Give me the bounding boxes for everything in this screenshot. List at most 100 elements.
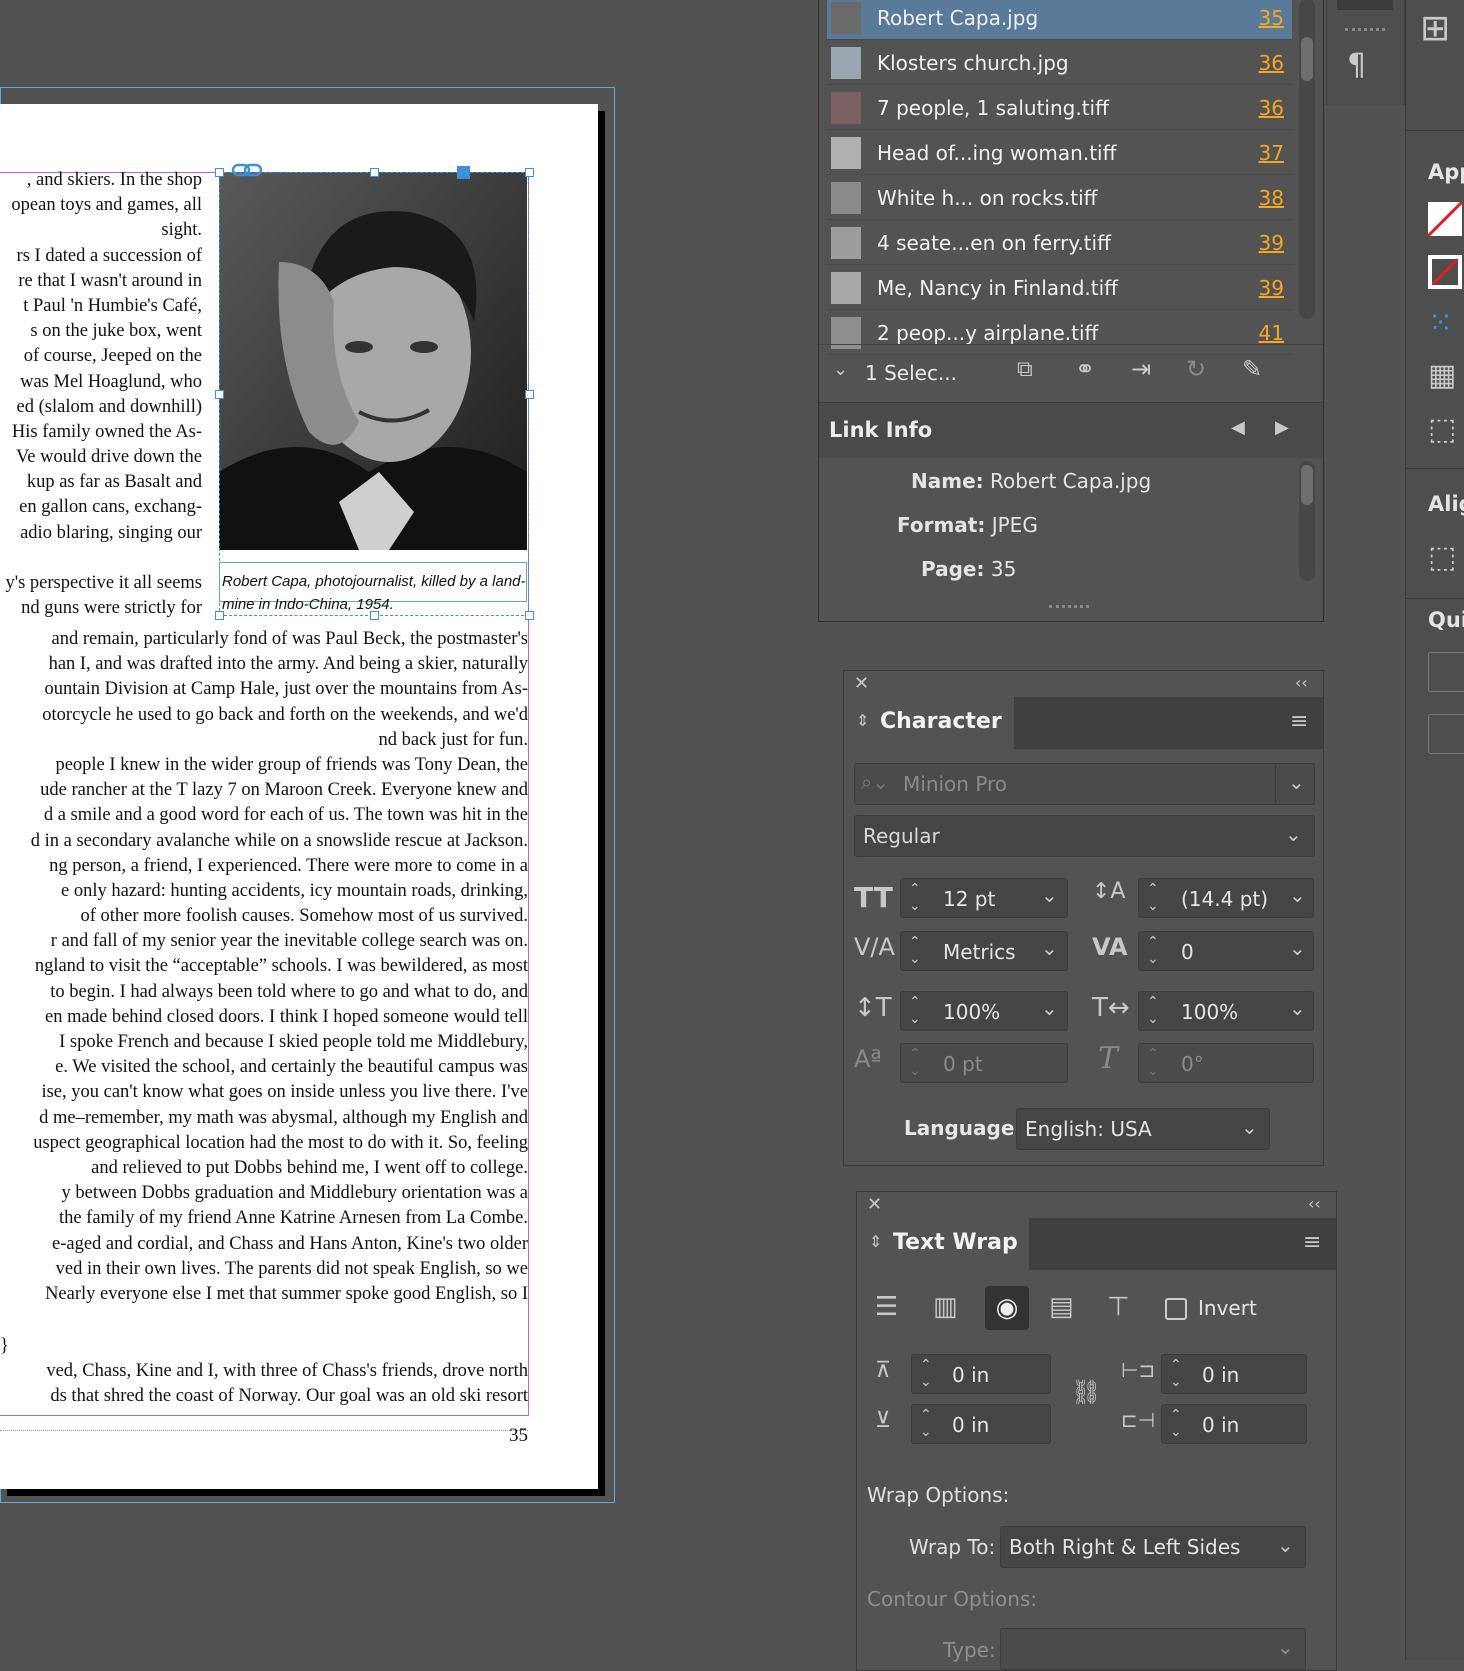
image-frame-selection[interactable] <box>219 172 529 616</box>
link-row[interactable]: Head of...ing woman.tiff 37 <box>827 132 1292 175</box>
link-row[interactable]: Robert Capa.jpg 35 <box>827 0 1292 40</box>
font-style-field[interactable]: Regular ⌄ <box>854 815 1315 857</box>
left-offset-field[interactable]: ⌃ ⌄ 0 in <box>1161 1354 1307 1394</box>
contour-type-dropdown[interactable]: ⌄ <box>1000 1628 1306 1670</box>
strip-top-tab[interactable] <box>1337 0 1393 10</box>
link-page-number[interactable]: 36 <box>1259 51 1284 75</box>
tab-text-wrap[interactable]: ⇕ Text Wrap <box>857 1218 1029 1270</box>
strip-grip[interactable] <box>1345 28 1385 31</box>
stepper-icon[interactable]: ⌃ ⌄ <box>1147 994 1159 1028</box>
body-text-upper-column[interactable]: , and skiers. In the shop opean toys and … <box>0 168 203 621</box>
link-page-number[interactable]: 35 <box>1259 6 1284 30</box>
previous-link-icon[interactable]: ◀ <box>1231 417 1245 438</box>
stepper-icon[interactable]: ⌃ ⌄ <box>1147 881 1159 915</box>
chevron-down-icon[interactable]: ⌄ <box>1041 883 1058 907</box>
jump-to-next-column-icon[interactable]: ⊤ <box>1107 1292 1130 1322</box>
stepper-icon[interactable]: ⌃ ⌄ <box>1147 934 1159 968</box>
stepper-icon[interactable]: ⌃ ⌄ <box>909 934 921 968</box>
stepper-icon[interactable]: ⌃ ⌄ <box>1170 1357 1182 1391</box>
content-grabber-handle[interactable] <box>457 166 470 179</box>
collapse-icon[interactable]: ‹‹ <box>1295 673 1308 692</box>
jump-object-icon[interactable]: ▤ <box>1049 1292 1074 1322</box>
paragraph-styles-icon[interactable]: ¶ <box>1347 48 1366 83</box>
stepper-icon[interactable]: ⌃ ⌄ <box>909 1046 921 1080</box>
right-offset-field[interactable]: ⌃ ⌄ 0 in <box>1161 1404 1307 1444</box>
chevron-down-icon[interactable]: ⌄ <box>1289 936 1306 960</box>
font-size-field[interactable]: ⌃ ⌄ 12 pt ⌄ <box>900 878 1068 918</box>
language-dropdown[interactable]: English: USA ⌄ <box>1016 1108 1270 1150</box>
link-row[interactable]: Me, Nancy in Finland.tiff 39 <box>827 267 1292 310</box>
chevron-down-icon[interactable]: ⌄ <box>1289 996 1306 1020</box>
panel-resize-grip[interactable] <box>1049 605 1089 616</box>
selection-bounds-icon[interactable]: ⁙ <box>1428 306 1453 341</box>
link-row[interactable]: White h... on rocks.tiff 38 <box>827 177 1292 220</box>
link-row[interactable]: Klosters church.jpg 36 <box>827 42 1292 85</box>
horizontal-scale-field[interactable]: ⌃ ⌄ 100% ⌄ <box>1138 991 1314 1031</box>
body-text-tail[interactable]: } ved, Chass, Kine and I, with three of C… <box>0 1334 528 1410</box>
kerning-field[interactable]: ⌃ ⌄ Metrics ⌄ <box>900 931 1068 971</box>
opacity-checker-icon[interactable]: ▦ <box>1428 358 1456 393</box>
quick-action-button-1[interactable] <box>1428 652 1464 692</box>
wrap-bounding-box-icon[interactable]: ▥ <box>933 1292 958 1322</box>
link-page-number[interactable]: 39 <box>1259 231 1284 255</box>
link-row[interactable]: 7 people, 1 saluting.tiff 36 <box>827 87 1292 130</box>
stepper-icon[interactable]: ⌃ ⌄ <box>920 1357 932 1391</box>
body-text-full-column[interactable]: and remain, particularly fond of was Pau… <box>0 627 528 1307</box>
panel-menu-icon[interactable]: ≡ <box>1290 709 1308 734</box>
stepper-icon[interactable]: ⌃ ⌄ <box>1170 1407 1182 1441</box>
chevron-down-icon[interactable]: ⌄ <box>1041 996 1058 1020</box>
update-link-icon[interactable]: ↻ <box>1186 355 1206 383</box>
fill-swatch-none-icon[interactable] <box>1426 200 1464 238</box>
quick-action-button-2[interactable] <box>1428 714 1464 754</box>
relink-from-cc-icon[interactable]: ⧉ <box>1017 357 1033 382</box>
skew-field[interactable]: ⌃ ⌄ 0° <box>1138 1043 1314 1083</box>
go-to-link-icon[interactable]: ⇥ <box>1131 355 1151 383</box>
stepper-icon[interactable]: ⌃ ⌄ <box>909 881 921 915</box>
chevron-down-icon[interactable]: ⌄ <box>1289 883 1306 907</box>
edit-original-icon[interactable]: ✎ <box>1242 355 1262 383</box>
stepper-icon[interactable]: ⌃ ⌄ <box>1147 1046 1159 1080</box>
tab-character[interactable]: ⇕ Character <box>844 697 1014 749</box>
links-scroll-thumb[interactable] <box>1301 37 1313 81</box>
link-info-scrollbar[interactable] <box>1299 461 1315 581</box>
resize-handle-left[interactable] <box>215 390 224 399</box>
link-page-number[interactable]: 38 <box>1259 186 1284 210</box>
panel-menu-icon[interactable]: ≡ <box>1303 1230 1321 1255</box>
stepper-icon[interactable]: ⌃ ⌄ <box>909 994 921 1028</box>
wrap-to-dropdown[interactable]: Both Right & Left Sides ⌄ <box>1000 1526 1306 1568</box>
link-page-number[interactable]: 41 <box>1259 321 1284 345</box>
bottom-offset-field[interactable]: ⌃ ⌄ 0 in <box>911 1404 1051 1444</box>
baseline-shift-field[interactable]: ⌃ ⌄ 0 pt <box>900 1043 1068 1083</box>
link-page-number[interactable]: 37 <box>1259 141 1284 165</box>
link-page-number[interactable]: 36 <box>1259 96 1284 120</box>
vertical-scale-field[interactable]: ⌃ ⌄ 100% ⌄ <box>900 991 1068 1031</box>
close-icon[interactable]: ✕ <box>867 1194 882 1215</box>
leading-field[interactable]: ⌃ ⌄ (14.4 pt) ⌄ <box>1138 878 1314 918</box>
stepper-icon[interactable]: ⌃ ⌄ <box>920 1407 932 1441</box>
effects-icon[interactable]: ⬚ <box>1428 412 1456 447</box>
top-offset-field[interactable]: ⌃ ⌄ 0 in <box>911 1354 1051 1394</box>
wrap-object-shape-icon[interactable]: ◉ <box>985 1286 1029 1330</box>
chevron-down-icon[interactable]: ⌄ <box>833 359 848 380</box>
resize-handle-right[interactable] <box>525 390 534 399</box>
no-wrap-icon[interactable]: ☰ <box>875 1292 898 1322</box>
relink-icon[interactable]: ⚭ <box>1075 355 1095 383</box>
stroke-swatch-none-icon[interactable] <box>1428 255 1462 289</box>
collapse-icon[interactable]: ‹‹ <box>1308 1194 1321 1213</box>
resize-handle-top-right[interactable] <box>525 168 534 177</box>
close-icon[interactable]: ✕ <box>854 673 869 694</box>
link-info-scroll-thumb[interactable] <box>1301 465 1313 505</box>
link-icon[interactable] <box>231 162 263 178</box>
align-to-selection-icon[interactable]: ⬚ <box>1428 540 1456 575</box>
invert-checkbox[interactable] <box>1165 1298 1187 1320</box>
font-family-dropdown[interactable]: ⌄ <box>1275 764 1316 804</box>
font-family-field[interactable]: ⌕⌄ Minion Pro ⌄ <box>854 763 1315 805</box>
link-page-number[interactable]: 39 <box>1259 276 1284 300</box>
pathfinder-icon[interactable]: ⊞ <box>1420 8 1450 49</box>
resize-handle-top-left[interactable] <box>215 168 224 177</box>
link-info-header[interactable]: Link Info ◀ ▶ <box>819 402 1323 458</box>
tracking-field[interactable]: ⌃ ⌄ 0 ⌄ <box>1138 931 1314 971</box>
unlink-offsets-icon[interactable]: ⛓ <box>1071 1378 1101 1406</box>
next-link-icon[interactable]: ▶ <box>1275 417 1289 438</box>
resize-handle-top[interactable] <box>370 168 379 177</box>
